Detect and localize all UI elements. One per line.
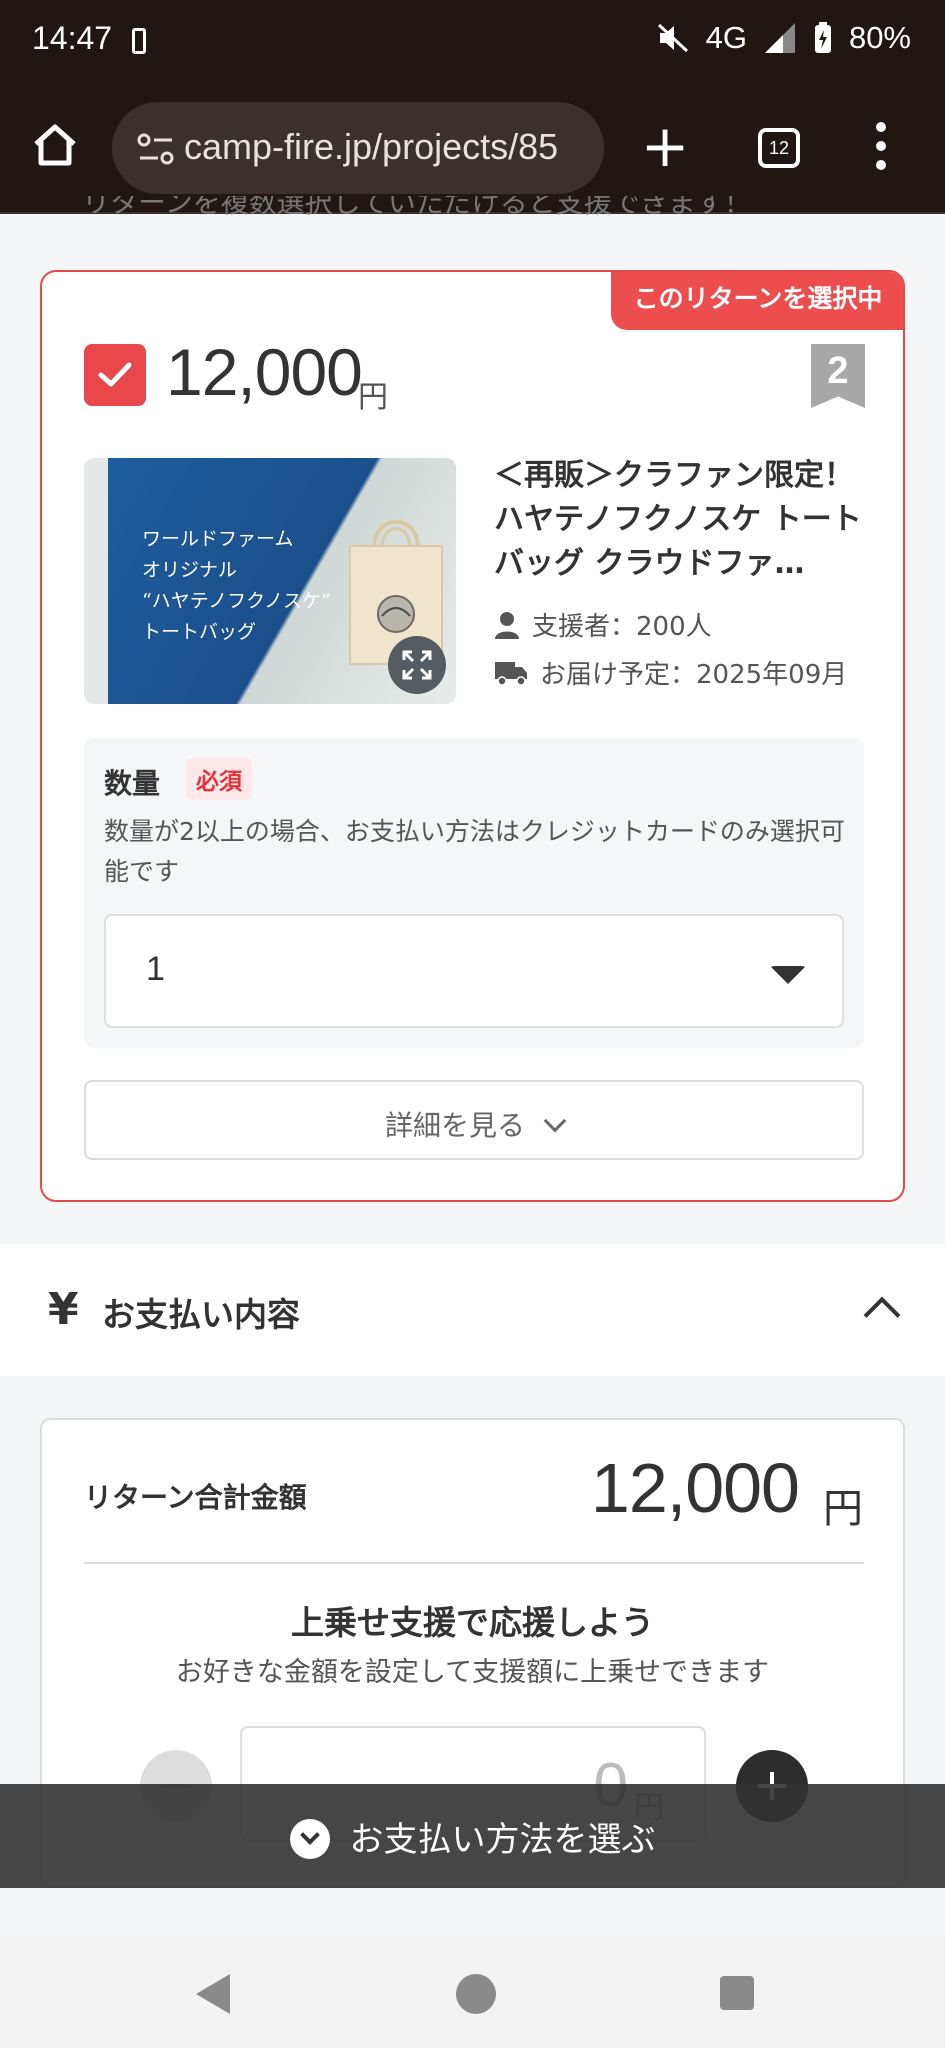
status-bar: 14:47 4G 80% [0, 0, 945, 82]
quantity-label: 数量 [104, 767, 161, 800]
reward-total-unit: 円 [823, 1486, 863, 1532]
chevron-down-icon [543, 1109, 567, 1133]
boost-title: 上乗せ支援で応援しよう [291, 1603, 654, 1642]
check-icon [98, 362, 132, 387]
rank-badge: 2 [811, 344, 865, 408]
battery-level: 80% [848, 20, 911, 55]
thumbnail-line: ワールドファーム [142, 528, 294, 550]
person-icon [495, 611, 519, 639]
required-badge: 必須 [186, 758, 252, 800]
delivery-date: お届け予定：2025年09月 [540, 660, 848, 690]
overflow-menu-icon[interactable] [874, 122, 888, 172]
thumbnail-line: “ハヤテノフクノスケ” [142, 590, 331, 612]
supporters-row: 支援者：200人 [494, 606, 712, 643]
chevron-up-icon[interactable] [863, 1296, 901, 1334]
signal-icon [764, 23, 795, 53]
supporters-count: 支援者：200人 [532, 612, 712, 642]
price-unit: 円 [358, 380, 388, 415]
reward-title: ＜再販＞クラファン限定！ハヤテノフクノスケ トートバッグ クラウドファ… [494, 458, 862, 581]
tab-switcher-button[interactable]: 12 [758, 128, 800, 168]
network-type: 4G [705, 20, 747, 55]
reward-total-price: 12,000 [590, 1449, 800, 1527]
choose-payment-button[interactable]: お支払い方法を選ぶ [0, 1784, 945, 1888]
choose-payment-label: お支払い方法を選ぶ [0, 1812, 945, 1862]
boost-subtitle: お好きな金額を設定して支援額に上乗せできます [175, 1657, 770, 1688]
reward-price: 12,000 [166, 335, 363, 409]
payment-section-title: お支払い内容 [102, 1295, 300, 1334]
quantity-section: 数量 必須 数量が2以上の場合、お支払い方法はクレジットカードのみ選択可能です … [84, 738, 864, 1048]
reward-total-label: リターン合計金額 [84, 1481, 307, 1514]
payment-section-header[interactable]: ¥ お支払い内容 [0, 1244, 945, 1376]
cut-off-text: リターンを複数選択していただけると支援できます！ [82, 196, 752, 219]
quantity-value: 1 [146, 950, 165, 988]
expand-image-button[interactable] [388, 636, 446, 694]
thumbnail-caption: ワールドファーム オリジナル “ハヤテノフクノスケ” トートバッグ [142, 524, 331, 648]
selected-badge: このリターンを選択中 [611, 272, 903, 330]
address-bar[interactable]: camp-fire.jp/projects/85 [112, 102, 604, 194]
view-details-label: 詳細を見る [86, 1104, 862, 1144]
battery-charging-icon [814, 22, 831, 53]
delivery-row: お届け予定：2025年09月 [494, 654, 847, 691]
site-settings-icon[interactable] [136, 132, 176, 166]
quantity-note: 数量が2以上の場合、お支払い方法はクレジットカードのみ選択可能です [104, 817, 845, 886]
status-icons: 4G 80% [656, 20, 911, 56]
recent-apps-icon[interactable] [720, 1976, 754, 2010]
system-navigation-bar [0, 1936, 945, 2048]
view-details-text: 詳細を見る [384, 1109, 525, 1142]
back-icon[interactable] [196, 1974, 230, 2014]
divider [84, 1562, 864, 1564]
home-circle-icon[interactable] [456, 1974, 496, 2014]
thumbnail-line: オリジナル [142, 559, 238, 581]
dropdown-caret-icon [770, 966, 806, 984]
quantity-select[interactable]: 1 [104, 914, 844, 1028]
reward-thumbnail[interactable]: ワールドファーム オリジナル “ハヤテノフクノスケ” トートバッグ [84, 458, 456, 704]
battery-saver-icon [132, 28, 146, 54]
view-details-button[interactable]: 詳細を見る [84, 1080, 864, 1160]
browser-toolbar: camp-fire.jp/projects/85 + 12 [0, 82, 945, 214]
chevron-down-circle-icon [289, 1818, 330, 1859]
truck-icon [495, 661, 527, 686]
home-icon[interactable] [30, 120, 80, 170]
reward-checkbox[interactable] [84, 344, 146, 406]
choose-payment-text: お支払い方法を選ぶ [349, 1820, 656, 1860]
yen-icon: ¥ [48, 1284, 79, 1335]
new-tab-button[interactable]: + [640, 116, 690, 176]
fullscreen-icon [402, 650, 432, 680]
status-time: 14:47 [32, 20, 113, 56]
mute-icon [657, 23, 688, 53]
thumbnail-line: トートバッグ [142, 621, 257, 643]
url-text: camp-fire.jp/projects/85 [184, 126, 559, 167]
reward-card[interactable]: このリターンを選択中 12,000 円 2 ワールドファーム オリジナル “ハヤ… [40, 270, 905, 1202]
